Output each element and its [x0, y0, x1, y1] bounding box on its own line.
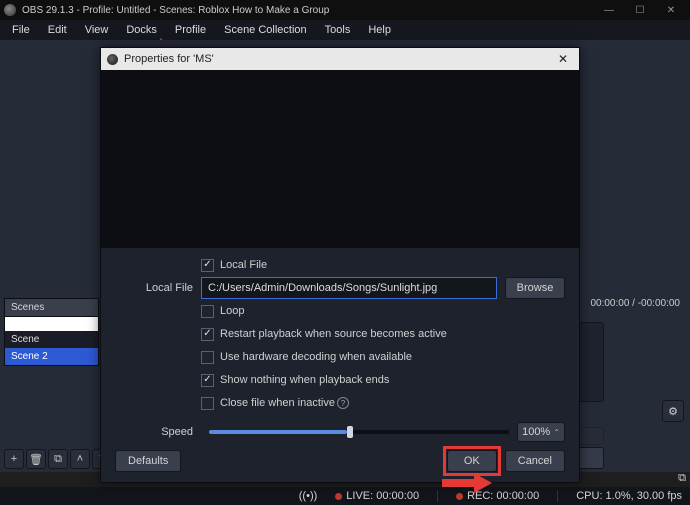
cancel-button[interactable]: Cancel [505, 450, 565, 472]
close-file-checkbox[interactable] [201, 397, 214, 410]
ok-button[interactable]: OK [447, 450, 497, 472]
dialog-close-button[interactable]: ✕ [553, 51, 573, 67]
title-bar: OBS 29.1.3 - Profile: Untitled - Scenes:… [0, 0, 690, 20]
menu-docks[interactable]: Docks [118, 22, 165, 38]
menu-profile[interactable]: Profile [167, 22, 214, 38]
menu-tools[interactable]: Tools [317, 22, 359, 38]
maximize-button[interactable]: ☐ [625, 2, 655, 18]
menu-view[interactable]: View [77, 22, 117, 38]
scenes-panel: Scenes Scene Scene 2 [4, 298, 99, 366]
obs-logo-icon [4, 4, 16, 16]
status-bar: ((•)) LIVE: 00:00:00 REC: 00:00:00 CPU: … [0, 487, 690, 505]
status-cpu: CPU: 1.0%, 30.00 fps [576, 490, 682, 502]
defaults-button[interactable]: Defaults [115, 450, 181, 472]
menu-help[interactable]: Help [360, 22, 399, 38]
show-nothing-checkbox[interactable] [201, 374, 214, 387]
scenes-up-button[interactable]: ˄ [70, 449, 90, 469]
minimize-button[interactable]: — [594, 2, 624, 18]
speed-label: Speed [115, 426, 201, 438]
window-title: OBS 29.1.3 - Profile: Untitled - Scenes:… [22, 5, 594, 16]
show-nothing-label: Show nothing when playback ends [220, 374, 389, 386]
scene-row-selected[interactable]: Scene 2 [5, 348, 98, 365]
browse-button[interactable]: Browse [505, 277, 565, 299]
popout-icon[interactable]: ⧉ [678, 472, 686, 485]
dialog-title-bar[interactable]: Properties for 'MS' ✕ [101, 48, 579, 70]
speed-slider[interactable] [209, 430, 509, 434]
media-timecodes: 00:00:00 / -00:00:00 [590, 298, 680, 309]
local-file-checkbox-label: Local File [220, 259, 267, 271]
hw-decoding-label: Use hardware decoding when available [220, 351, 412, 363]
local-file-checkbox[interactable] [201, 259, 214, 272]
scenes-delete-button[interactable]: 🗑 [26, 449, 46, 469]
info-icon[interactable]: ? [337, 397, 349, 409]
scene-row[interactable]: Scene [5, 331, 98, 348]
hw-decoding-checkbox[interactable] [201, 351, 214, 364]
scenes-filter-button[interactable]: ⧉ [48, 449, 68, 469]
chevron-updown-icon: ⌃ [553, 428, 560, 437]
menu-edit[interactable]: Edit [40, 22, 75, 38]
settings-gear-button[interactable]: ⚙ [662, 400, 684, 422]
scenes-filter[interactable] [5, 317, 98, 331]
status-live: LIVE: 00:00:00 [335, 490, 419, 502]
restart-playback-label: Restart playback when source becomes act… [220, 328, 447, 340]
menu-scene-collection[interactable]: Scene Collection [216, 22, 315, 38]
source-preview [101, 70, 579, 248]
scenes-add-button[interactable]: + [4, 449, 24, 469]
loop-checkbox[interactable] [201, 305, 214, 318]
properties-dialog: Properties for 'MS' ✕ Local File Local F… [100, 47, 580, 483]
loop-label: Loop [220, 305, 244, 317]
close-button[interactable]: ✕ [656, 2, 686, 18]
scenes-header: Scenes [5, 299, 98, 317]
speed-value-spinner[interactable]: 100%⌃ [517, 422, 565, 442]
gear-icon: ⚙ [668, 405, 678, 418]
close-file-label: Close file when inactive [220, 397, 335, 409]
menu-bar: File Edit View Docks Profile Scene Colle… [0, 20, 690, 40]
restart-playback-checkbox[interactable] [201, 328, 214, 341]
local-file-field-label: Local File [115, 282, 201, 294]
signal-icon: ((•)) [299, 490, 318, 502]
speed-slider-thumb[interactable] [347, 426, 353, 438]
local-file-path-input[interactable] [201, 277, 497, 299]
menu-file[interactable]: File [4, 22, 38, 38]
dialog-title: Properties for 'MS' [124, 53, 553, 65]
obs-logo-icon [107, 54, 118, 65]
annotation-arrow-icon [442, 473, 492, 493]
